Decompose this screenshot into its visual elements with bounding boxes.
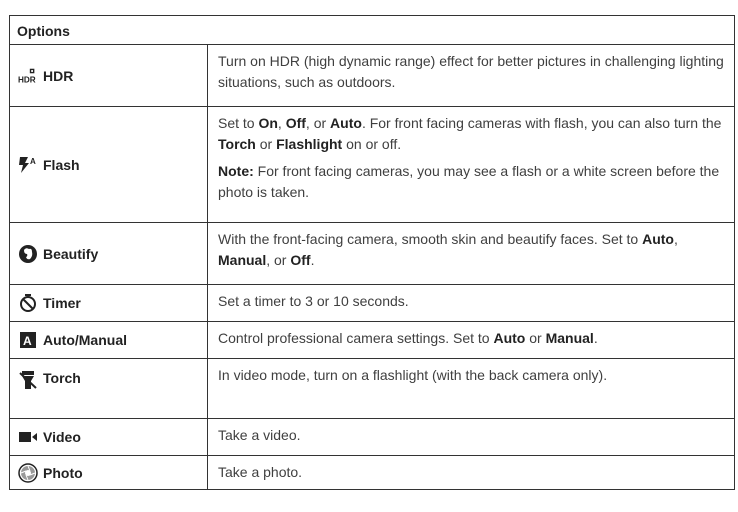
shutter-icon xyxy=(18,462,38,483)
description-text: , or xyxy=(266,252,291,268)
table-row-auto-manual: A Auto/Manual Control professional camer… xyxy=(10,322,734,359)
option-description: With the front-facing camera, smooth ski… xyxy=(208,223,734,284)
option-label: Photo xyxy=(43,464,83,481)
table-row-video: Video Take a video. xyxy=(10,419,734,456)
description-text: , xyxy=(674,231,678,247)
bold-term: Manual xyxy=(218,252,267,268)
bold-term: Auto xyxy=(330,115,362,131)
svg-text:A: A xyxy=(23,334,32,348)
description-text: or xyxy=(255,136,277,152)
option-label: Flash xyxy=(43,156,80,173)
description-paragraph: Control professional camera settings. Se… xyxy=(218,328,724,349)
description-text: . For front facing cameras with flash, y… xyxy=(361,115,722,131)
bold-term: Off xyxy=(285,115,306,131)
option-cell: A Flash xyxy=(10,107,208,222)
description-text: . xyxy=(310,252,315,268)
option-description: Set a timer to 3 or 10 seconds. xyxy=(208,285,734,321)
description-text: Take a photo. xyxy=(218,464,303,480)
option-cell: Torch xyxy=(10,359,208,418)
option-label: HDR xyxy=(43,67,74,84)
option-description: Take a video. xyxy=(208,419,734,455)
video-camera-icon xyxy=(18,427,38,447)
table-row-timer: Timer Set a timer to 3 or 10 seconds. xyxy=(10,285,734,322)
description-paragraph: Note: For front facing cameras, you may … xyxy=(218,161,724,203)
description-text: In video mode, turn on a flashlight (wit… xyxy=(218,367,608,383)
description-text: Control professional camera settings. Se… xyxy=(218,330,494,346)
beautify-face-icon xyxy=(18,244,38,264)
timer-icon xyxy=(18,293,38,313)
option-label: Video xyxy=(43,429,81,445)
bold-term: Note: xyxy=(218,163,254,179)
svg-text:HDR: HDR xyxy=(18,75,36,84)
bold-term: Manual xyxy=(545,330,594,346)
table-row-flash: A Flash Set to On, Off, or Auto. For fro… xyxy=(10,107,734,223)
bold-term: Flashlight xyxy=(276,136,343,152)
description-text: Set a timer to 3 or 10 seconds. xyxy=(218,293,409,309)
description-text: . xyxy=(593,330,598,346)
option-cell: HDR HDR xyxy=(10,45,208,106)
description-text: , xyxy=(277,115,286,131)
option-cell: Photo xyxy=(10,456,208,489)
option-description: In video mode, turn on a flashlight (wit… xyxy=(208,359,734,418)
bold-term: Auto xyxy=(642,231,674,247)
option-description: Take a photo. xyxy=(208,456,734,489)
bold-term: On xyxy=(258,115,278,131)
option-description: Turn on HDR (high dynamic range) effect … xyxy=(208,45,734,106)
option-cell: Timer xyxy=(10,285,208,321)
option-label: Auto/Manual xyxy=(43,332,127,348)
bold-term: Torch xyxy=(218,136,256,152)
description-paragraph: Take a photo. xyxy=(218,462,724,483)
table-row-beautify: Beautify With the front-facing camera, s… xyxy=(10,223,734,285)
flash-auto-icon: A xyxy=(18,155,38,175)
svg-text:A: A xyxy=(30,157,36,166)
table-header: Options xyxy=(10,16,734,45)
description-paragraph: Turn on HDR (high dynamic range) effect … xyxy=(218,51,724,93)
table-row-hdr: HDR HDR Turn on HDR (high dynamic range)… xyxy=(10,45,734,107)
description-paragraph: In video mode, turn on a flashlight (wit… xyxy=(218,365,724,386)
table-row-torch: Torch In video mode, turn on a flashligh… xyxy=(10,359,734,419)
description-text: or xyxy=(525,330,546,346)
description-paragraph: Set a timer to 3 or 10 seconds. xyxy=(218,291,724,312)
description-paragraph: Take a video. xyxy=(218,425,724,446)
option-cell: Beautify xyxy=(10,223,208,284)
description-text: Set to xyxy=(218,115,259,131)
description-paragraph: Set to On, Off, or Auto. For front facin… xyxy=(218,113,724,155)
option-label: Beautify xyxy=(43,245,99,262)
description-text: on or off. xyxy=(342,136,402,152)
auto-mode-icon: A xyxy=(18,330,38,350)
bold-term: Off xyxy=(290,252,311,268)
option-cell: Video xyxy=(10,419,208,455)
description-text: Turn on HDR (high dynamic range) effect … xyxy=(218,53,724,90)
option-label: Torch xyxy=(43,370,81,386)
table-row-photo: Photo Take a photo. xyxy=(10,456,734,489)
torch-icon xyxy=(18,370,38,390)
description-text: For front facing cameras, you may see a … xyxy=(218,163,720,200)
description-text: With the front-facing camera, smooth ski… xyxy=(218,231,643,247)
description-paragraph: With the front-facing camera, smooth ski… xyxy=(218,229,724,271)
option-label: Timer xyxy=(43,295,81,311)
option-description: Set to On, Off, or Auto. For front facin… xyxy=(208,107,734,222)
description-text: Take a video. xyxy=(218,427,301,443)
hdr-icon: HDR xyxy=(18,66,38,86)
bold-term: Auto xyxy=(493,330,526,346)
description-text: , or xyxy=(305,115,331,131)
option-description: Control professional camera settings. Se… xyxy=(208,322,734,358)
options-table: Options HDR HDR Turn on HDR (high dynami… xyxy=(9,15,735,490)
option-cell: A Auto/Manual xyxy=(10,322,208,358)
header-title: Options xyxy=(17,23,70,39)
